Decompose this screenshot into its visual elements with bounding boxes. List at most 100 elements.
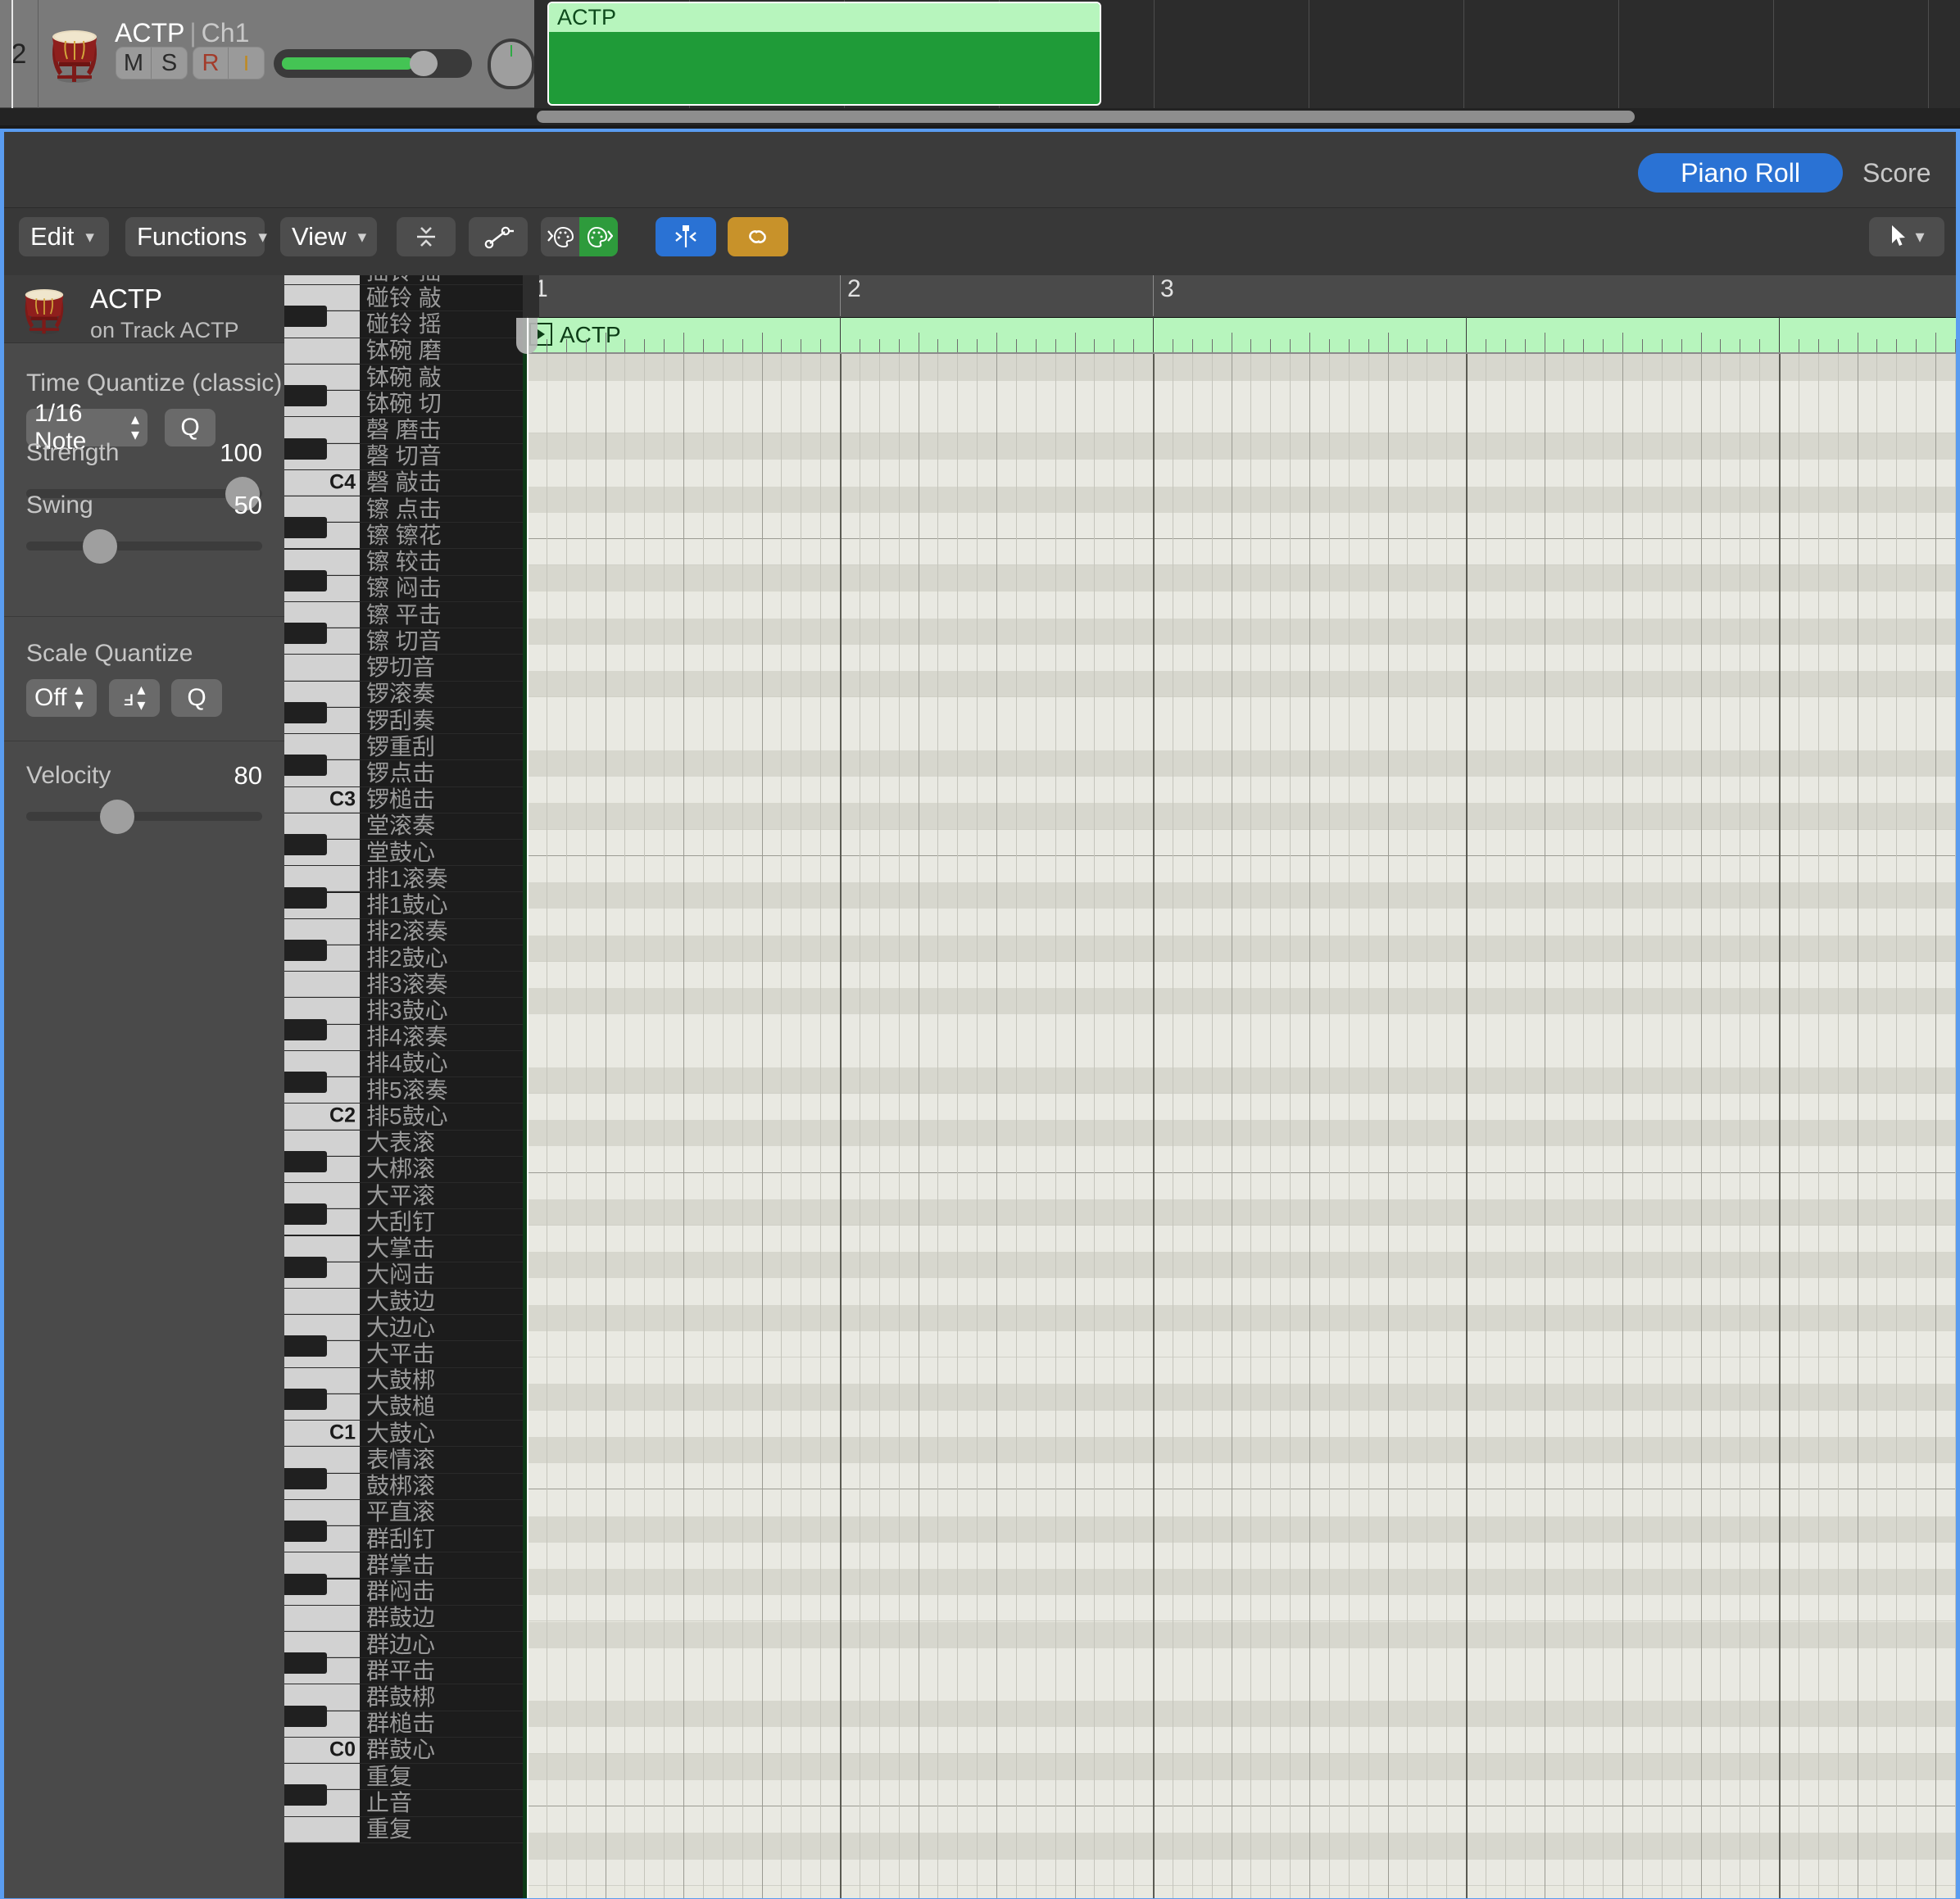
grid-row[interactable] (523, 882, 1956, 909)
grid-row[interactable] (523, 803, 1956, 830)
black-key[interactable] (284, 1335, 360, 1367)
grid-row[interactable] (523, 1067, 1956, 1094)
grid-row[interactable] (523, 1701, 1956, 1728)
black-key-cap[interactable] (284, 569, 327, 591)
grid-row[interactable] (523, 1806, 1956, 1833)
black-key-cap[interactable] (284, 1705, 327, 1727)
grid-row[interactable] (523, 1647, 1956, 1675)
black-key-cap[interactable] (284, 701, 327, 723)
black-key[interactable] (284, 306, 360, 338)
solo-button[interactable]: S (152, 48, 187, 79)
grid-row[interactable] (523, 433, 1956, 460)
grid-row[interactable] (523, 1252, 1956, 1279)
black-key-cap[interactable] (284, 1072, 327, 1094)
black-key[interactable] (284, 1072, 360, 1104)
keyboard-row[interactable]: 大刮钉 (284, 1203, 523, 1236)
grid-row[interactable] (523, 1833, 1956, 1860)
keyboard-row[interactable]: 群刮钉 (284, 1521, 523, 1553)
velocity-slider[interactable] (26, 812, 262, 821)
black-key[interactable] (284, 437, 360, 469)
keyboard-row[interactable]: 群平击 (284, 1652, 523, 1685)
mute-solo-group[interactable]: M S (116, 47, 188, 79)
keyboard-row[interactable]: 止音 (284, 1784, 523, 1817)
grid-row[interactable] (523, 1093, 1956, 1121)
keyboard-row[interactable]: 群鼓边 (284, 1605, 523, 1632)
keyboard-row[interactable]: 群闷击 (284, 1573, 523, 1606)
grid-row[interactable] (523, 1384, 1956, 1411)
scale-mode-icon[interactable]: ⅎ ▴ ▾ (109, 679, 160, 717)
black-key[interactable] (284, 1521, 360, 1552)
keyboard-row[interactable]: 大梆滚 (284, 1150, 523, 1183)
black-key-cap[interactable] (284, 939, 327, 961)
white-key[interactable] (284, 655, 360, 681)
grid-row[interactable] (523, 1753, 1956, 1780)
black-key-cap[interactable] (284, 834, 327, 856)
grid-row[interactable] (523, 1146, 1956, 1173)
grid-row[interactable] (523, 380, 1956, 407)
grid-row[interactable] (523, 697, 1956, 724)
grid-row[interactable] (523, 829, 1956, 856)
grid-row[interactable] (523, 1172, 1956, 1199)
keyboard-row[interactable]: C1 大鼓心 (284, 1421, 523, 1448)
mute-button[interactable]: M (116, 48, 152, 79)
grid-row[interactable] (523, 671, 1956, 698)
grid-row[interactable] (523, 460, 1956, 487)
keyboard-row[interactable]: 摇铃 摇 (284, 275, 523, 286)
keyboard-row[interactable]: 大鼓槌 (284, 1388, 523, 1421)
tab-piano-roll[interactable]: Piano Roll (1638, 153, 1843, 193)
grid-row[interactable] (523, 486, 1956, 513)
grid-row[interactable] (523, 1569, 1956, 1596)
black-key-cap[interactable] (284, 1335, 327, 1357)
grid-row[interactable] (523, 1727, 1956, 1754)
black-key[interactable] (284, 701, 360, 734)
grid-row[interactable] (523, 855, 1956, 883)
black-key-cap[interactable] (284, 755, 327, 777)
keyboard-row[interactable]: 镲 闷击 (284, 569, 523, 602)
grid-row[interactable] (523, 1621, 1956, 1648)
tab-score[interactable]: Score (1862, 153, 1931, 193)
keyboard-row[interactable]: 排3滚奏 (284, 972, 523, 999)
palette-in-icon[interactable] (541, 217, 579, 256)
black-key-cap[interactable] (284, 1150, 327, 1172)
piano-keyboard[interactable]: 摇铃 摇碰铃 敲碰铃 摇钵碗 磨钵碗 敲钵碗 切磬 磨击磬 切音 C4 磬 敲击镲 … (284, 275, 523, 1898)
tool-picker[interactable]: ▾ (1869, 217, 1944, 256)
grid-row[interactable] (523, 1278, 1956, 1305)
grid-row[interactable] (523, 1226, 1956, 1253)
grid-row[interactable] (523, 644, 1956, 672)
track-volume-slider[interactable] (274, 49, 472, 78)
keyboard-row[interactable]: 排5滚奏 (284, 1072, 523, 1104)
black-key[interactable] (284, 1388, 360, 1421)
link-icon[interactable] (728, 217, 788, 256)
keyboard-row[interactable]: 排2鼓心 (284, 939, 523, 972)
grid-row[interactable] (523, 591, 1956, 619)
grid-row[interactable] (523, 1199, 1956, 1226)
arrange-region[interactable]: ACTP (547, 2, 1101, 106)
grid-row[interactable] (523, 512, 1956, 540)
keyboard-row[interactable]: C4 磬 敲击 (284, 469, 523, 497)
record-enable-button[interactable]: R (193, 48, 229, 79)
grid-row[interactable] (523, 1330, 1956, 1358)
black-key[interactable] (284, 939, 360, 972)
menu-functions[interactable]: Functions ▾ (125, 217, 267, 256)
keyboard-row[interactable]: C2 排5鼓心 (284, 1104, 523, 1131)
velocity-line-icon[interactable] (469, 217, 528, 256)
black-key[interactable] (284, 1784, 360, 1816)
grid-row[interactable] (523, 1542, 1956, 1569)
keyboard-row[interactable]: C3 锣槌击 (284, 786, 523, 814)
keyboard-row[interactable]: 群槌击 (284, 1705, 523, 1738)
keyboard-row[interactable]: 堂鼓心 (284, 834, 523, 867)
grid-row[interactable] (523, 777, 1956, 804)
white-key[interactable] (284, 338, 360, 364)
black-key[interactable] (284, 385, 360, 417)
white-key[interactable] (284, 1605, 360, 1631)
grid-row[interactable] (523, 1014, 1956, 1041)
white-key[interactable] (284, 972, 360, 998)
keyboard-row[interactable]: 钵碗 切 (284, 385, 523, 418)
white-key[interactable] (284, 1816, 360, 1842)
grid-row[interactable] (523, 1516, 1956, 1543)
brush-mode-group[interactable] (541, 217, 618, 256)
grid-row[interactable] (523, 1357, 1956, 1385)
record-input-group[interactable]: R I (193, 47, 265, 79)
black-key-cap[interactable] (284, 1521, 327, 1543)
keyboard-row[interactable]: C0 群鼓心 (284, 1737, 523, 1765)
